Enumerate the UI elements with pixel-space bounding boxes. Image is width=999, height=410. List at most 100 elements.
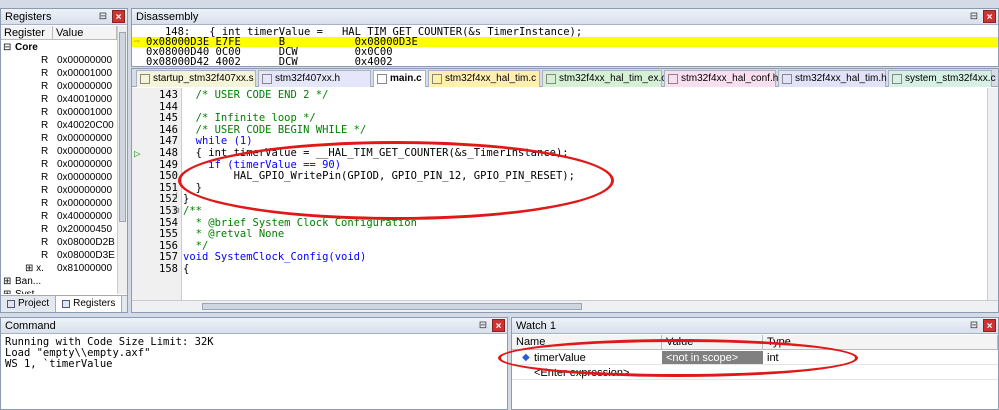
watch-row-value[interactable]: <not in scope> bbox=[662, 351, 763, 364]
code-line[interactable]: /** bbox=[183, 205, 987, 218]
pin-icon[interactable]: ⊟ bbox=[968, 319, 980, 332]
code-line[interactable]: * @retval None bbox=[183, 229, 987, 241]
pin-icon[interactable]: ⊟ bbox=[97, 10, 109, 23]
register-row[interactable]: ⊞ x. 0x81000000 bbox=[1, 262, 117, 275]
register-row[interactable]: R 0x00001000 bbox=[1, 106, 117, 119]
expand-icon[interactable]: ⊞ bbox=[3, 288, 11, 294]
code-line[interactable]: } bbox=[183, 194, 987, 206]
register-row[interactable]: R 0x00000000 bbox=[1, 145, 117, 158]
watch-enter-row[interactable]: <Enter expression> bbox=[512, 366, 998, 380]
col-value[interactable]: Value bbox=[662, 335, 763, 349]
file-icon bbox=[892, 74, 902, 84]
code-line[interactable]: void SystemClock_Config(void) bbox=[183, 252, 987, 264]
code-line[interactable]: { bbox=[183, 263, 987, 276]
editor-panel: startup_stm32f407xx.s stm32f407xx.h main.c… bbox=[131, 68, 999, 313]
register-row[interactable]: R 0x40010000 bbox=[1, 93, 117, 106]
register-name: R bbox=[41, 120, 49, 131]
file-tab[interactable]: stm32f4xx_hal_tim_ex.c bbox=[542, 70, 666, 87]
code-editor[interactable]: /* USER CODE END 2 */ /* Infinite loop *… bbox=[183, 88, 987, 300]
expand-icon[interactable]: ⊞ bbox=[3, 275, 11, 288]
register-row[interactable]: R 0x00000000 bbox=[1, 80, 117, 93]
close-icon[interactable]: × bbox=[983, 319, 996, 332]
variable-icon: ◆ bbox=[522, 352, 530, 363]
line-number: 155 bbox=[159, 228, 178, 241]
register-group-label: Syst... bbox=[15, 288, 43, 294]
tab-registers[interactable]: Registers bbox=[56, 296, 123, 312]
fold-icon[interactable]: ⊟ bbox=[174, 206, 182, 218]
register-value: 0x40020C00 bbox=[57, 120, 114, 131]
disassembly-line[interactable]: 0x08000D42 4002 DCW 0x4002 bbox=[132, 57, 998, 66]
enter-expression[interactable]: <Enter expression> bbox=[512, 366, 662, 379]
code-line[interactable]: /* USER CODE BEGIN WHILE */ bbox=[183, 124, 987, 137]
close-icon[interactable]: × bbox=[492, 319, 505, 332]
register-value: 0x00000000 bbox=[57, 198, 113, 209]
code-line[interactable]: HAL_GPIO_WritePin(GPIOD, GPIO_PIN_12, GP… bbox=[183, 171, 987, 183]
close-icon[interactable]: × bbox=[112, 10, 125, 23]
col-name[interactable]: Name bbox=[512, 335, 662, 349]
register-group-core[interactable]: ⊟ Core bbox=[1, 41, 117, 54]
command-output[interactable]: Running with Code Size Limit: 32K Load "… bbox=[1, 335, 507, 409]
pin-icon[interactable]: ⊟ bbox=[968, 10, 980, 23]
watch-row-type: int bbox=[767, 352, 779, 364]
register-name: R bbox=[41, 172, 49, 183]
tab-project[interactable]: Project bbox=[1, 296, 57, 312]
file-tab[interactable]: system_stm32f4xx.c bbox=[888, 70, 996, 87]
register-name: R bbox=[41, 68, 49, 79]
file-icon bbox=[782, 74, 792, 84]
file-tab[interactable]: stm32f4xx_hal_conf.h bbox=[664, 70, 778, 87]
registers-tree: ⊟ Core R 0x00000000 R 0x00001000 R 0x00000000 R 0… bbox=[1, 41, 117, 294]
register-name: R bbox=[41, 55, 49, 66]
register-group[interactable]: ⊞ Syst... bbox=[1, 288, 117, 294]
file-tab[interactable]: stm32f407xx.h bbox=[258, 70, 371, 87]
register-value: 0x00000000 bbox=[57, 55, 113, 66]
expand-icon[interactable]: ⊟ bbox=[3, 41, 11, 54]
register-row[interactable]: R 0x40000000 bbox=[1, 210, 117, 223]
col-type[interactable]: Type bbox=[763, 335, 998, 349]
file-icon bbox=[140, 74, 150, 84]
editor-vscroll[interactable] bbox=[987, 88, 998, 300]
close-icon[interactable]: × bbox=[983, 10, 996, 23]
line-gutter: 143 144 145 146 147 148 149 150 151 152 153 154 155 1… bbox=[132, 88, 182, 300]
col-register[interactable]: Register bbox=[1, 26, 53, 39]
code-line[interactable]: /* Infinite loop */ bbox=[183, 113, 987, 125]
register-row[interactable]: R 0x00001000 bbox=[1, 67, 117, 80]
register-row[interactable]: R 0x00000000 bbox=[1, 184, 117, 197]
code-line[interactable]: } bbox=[183, 182, 987, 195]
register-row[interactable]: R 0x00000000 bbox=[1, 54, 117, 67]
col-value[interactable]: Value bbox=[53, 26, 117, 39]
register-row[interactable]: R 0x20000450 bbox=[1, 223, 117, 236]
line-number: 153 bbox=[159, 205, 178, 217]
register-name: R bbox=[41, 81, 49, 92]
register-row[interactable]: R 0x08000D3E bbox=[1, 249, 117, 262]
register-value: 0x00000000 bbox=[57, 133, 113, 144]
file-tab[interactable]: main.c bbox=[373, 70, 426, 87]
file-tab-label: stm32f407xx.h bbox=[275, 73, 341, 84]
command-line: WS 1, `timerValue bbox=[5, 358, 113, 370]
expand-icon[interactable]: ⊞ bbox=[25, 263, 33, 274]
register-row[interactable]: R 0x08000D2B bbox=[1, 236, 117, 249]
file-tab[interactable]: startup_stm32f407xx.s bbox=[136, 70, 256, 87]
tab-project-label: Project bbox=[18, 298, 50, 309]
file-tab-label: startup_stm32f407xx.s bbox=[153, 73, 254, 84]
project-icon bbox=[7, 300, 15, 308]
watch-panel: Watch 1 ⊟ × Name Value Type ◆ timerValue … bbox=[511, 317, 999, 410]
register-row[interactable]: R 0x00000000 bbox=[1, 132, 117, 145]
pin-icon[interactable]: ⊟ bbox=[477, 319, 489, 332]
code-line[interactable]: { int timerValue = __HAL_TIM_GET_COUNTER… bbox=[183, 147, 987, 160]
register-row[interactable]: R 0x40020C00 bbox=[1, 119, 117, 132]
register-row[interactable]: R 0x00000000 bbox=[1, 197, 117, 210]
register-row[interactable]: R 0x00000000 bbox=[1, 158, 117, 171]
code-line[interactable]: /* USER CODE END 2 */ bbox=[183, 89, 987, 102]
watch-row[interactable]: ◆ timerValue <not in scope> int bbox=[512, 351, 998, 365]
register-group[interactable]: ⊞ Ban... bbox=[1, 275, 117, 288]
file-tab[interactable]: stm32f4xx_hal_tim.h bbox=[778, 70, 887, 87]
register-row[interactable]: R 0x00000000 bbox=[1, 171, 117, 184]
registers-scrollbar[interactable] bbox=[117, 26, 127, 294]
editor-hscroll[interactable] bbox=[132, 300, 998, 312]
file-icon bbox=[432, 74, 442, 84]
code-line[interactable]: * @brief System Clock Configuration bbox=[183, 217, 987, 230]
group-core-label: Core bbox=[15, 42, 38, 53]
file-tab[interactable]: stm32f4xx_hal_tim.c bbox=[428, 70, 540, 87]
line-number: 145 bbox=[159, 112, 178, 125]
fold-icon[interactable]: ┘ bbox=[174, 194, 182, 206]
